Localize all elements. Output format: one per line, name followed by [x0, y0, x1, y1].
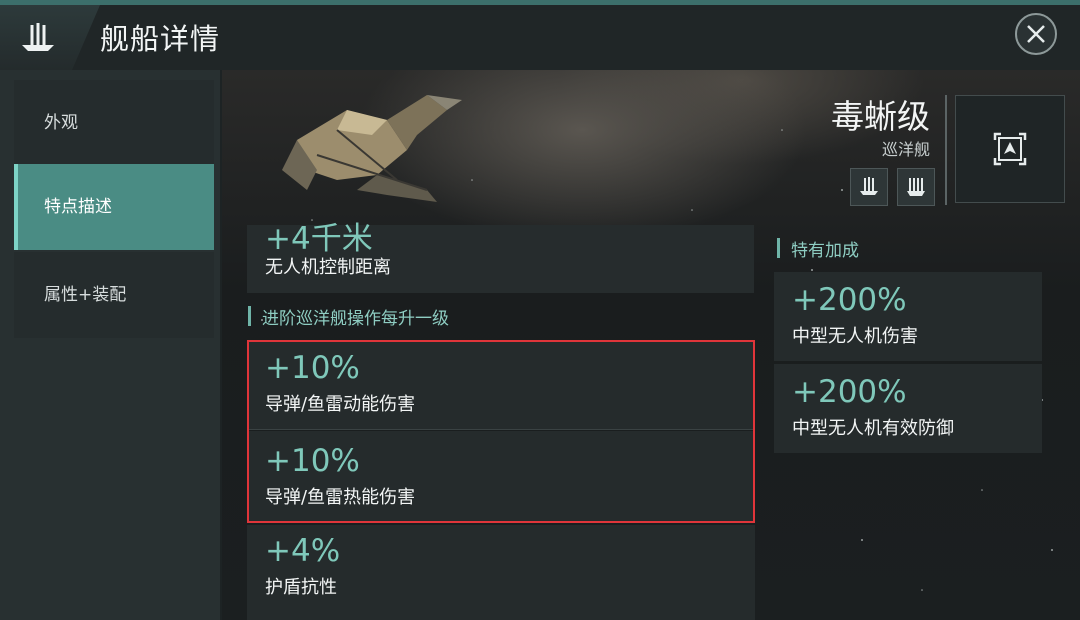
section-title-unique-bonus: 特有加成 [777, 236, 859, 261]
bonus-card: +200% 中型无人机伤害 [774, 272, 1042, 361]
bonus-card: +200% 中型无人机有效防御 [774, 364, 1042, 453]
ship-emblem[interactable] [955, 95, 1065, 203]
bonus-label: 中型无人机伤害 [792, 326, 918, 347]
ship-image [282, 95, 462, 202]
close-icon [1027, 25, 1045, 43]
drone-bay-badge[interactable] [850, 168, 888, 206]
bonus-label: 中型无人机有效防御 [792, 418, 954, 439]
bonus-value: +4千米 [265, 221, 373, 257]
bonus-card: +4% 护盾抗性 [247, 525, 755, 620]
bonus-label: 无人机控制距离 [265, 257, 391, 278]
sidebar-item-attributes-fitting[interactable]: 属性+装配 [14, 252, 214, 338]
turret-icon [907, 178, 925, 196]
turret-badge[interactable] [897, 168, 935, 206]
sidebar-item-features[interactable]: 特点描述 [14, 164, 214, 250]
ship-class: 巡洋舰 [881, 140, 930, 159]
bonus-value: +200% [792, 282, 907, 318]
drone-ship-icon [22, 23, 54, 51]
close-button[interactable] [1015, 13, 1057, 55]
sidebar: 外观 特点描述 属性+装配 [0, 70, 220, 620]
navigation-target-icon [993, 132, 1027, 166]
bonus-value: +200% [792, 374, 907, 410]
ship-name: 毒蜥级 [831, 97, 930, 136]
page-title: 舰船详情 [100, 22, 221, 56]
section-title-advanced-cruiser: 进阶巡洋舰操作每升一级 [248, 304, 449, 329]
drone-control-range-card: +4千米 无人机控制距离 [247, 221, 754, 293]
sidebar-item-label: 属性+装配 [44, 285, 127, 305]
sidebar-item-label: 外观 [44, 113, 78, 133]
bonus-value: +4% [265, 533, 341, 569]
drone-bay-icon [860, 177, 878, 195]
highlight-box [247, 340, 755, 523]
sidebar-item-appearance[interactable]: 外观 [14, 80, 214, 166]
sidebar-item-label: 特点描述 [44, 197, 112, 217]
main-panel[interactable]: 毒蜥级 巡洋舰 +4千米 无人机控制距离 进阶巡洋舰操作每升一级 +10% 导弹… [222, 70, 1080, 620]
bonus-label: 护盾抗性 [265, 577, 337, 598]
header-divider [945, 95, 947, 205]
